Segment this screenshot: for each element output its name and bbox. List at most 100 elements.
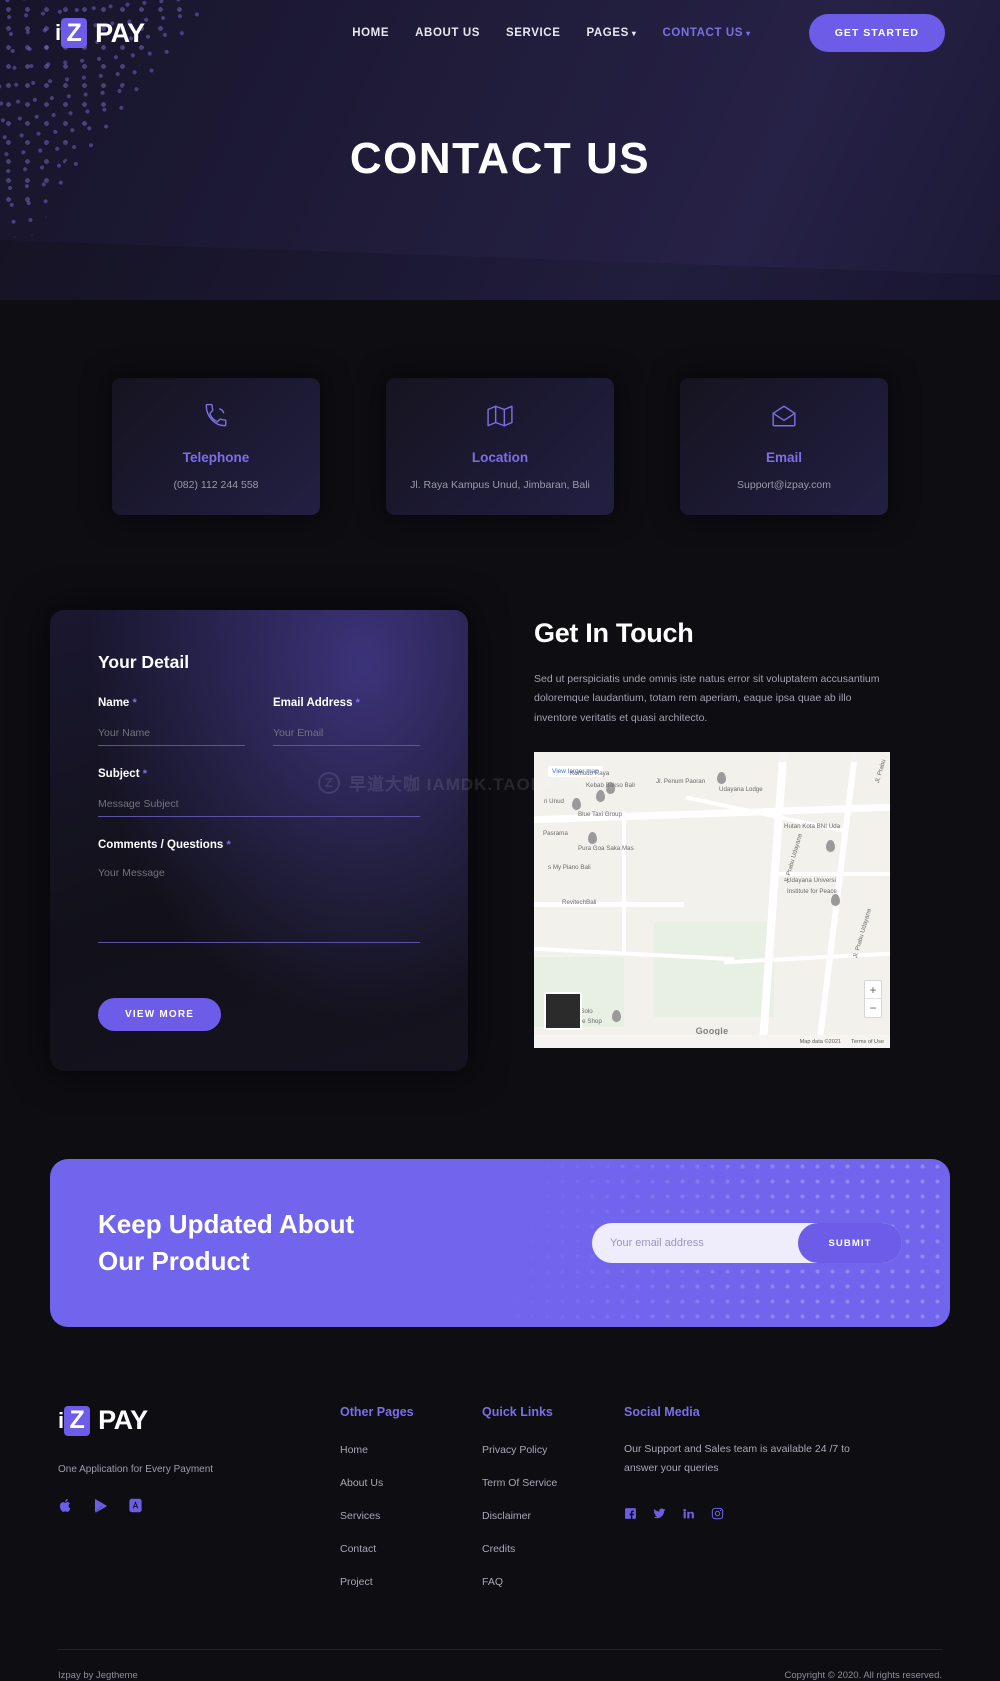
footer-column-heading: Social Media <box>624 1405 700 1419</box>
map-place-label: Kebab Bakso Bali <box>586 782 635 790</box>
chevron-down-icon: ▾ <box>631 29 637 38</box>
map-place-label: Pasrama <box>543 830 568 838</box>
subject-input[interactable] <box>98 796 420 817</box>
apple-icon[interactable] <box>58 1497 73 1519</box>
instagram-icon[interactable] <box>711 1507 724 1525</box>
email-input[interactable] <box>273 725 420 746</box>
list-item: FAQ <box>482 1572 624 1590</box>
map-top-fade <box>534 752 890 763</box>
nav-item-home[interactable]: HOME <box>352 27 389 39</box>
footer-link-services[interactable]: Services <box>340 1510 380 1522</box>
map-pin-icon[interactable] <box>572 798 581 812</box>
location-map[interactable]: View larger map Komodo Raya Kebab Bakso B… <box>534 752 890 1049</box>
map-pin-icon[interactable] <box>831 894 840 908</box>
footer-logo-prefix: i <box>58 1407 64 1433</box>
list-item: Home <box>340 1440 482 1458</box>
name-input[interactable] <box>98 725 245 746</box>
nav-label: PAGES <box>586 27 629 39</box>
contact-card-telephone[interactable]: Telephone (082) 112 244 558 <box>112 378 320 515</box>
footer-logo-badge: Z <box>64 1405 91 1436</box>
footer-column-other-pages: Other Pages Home About Us Services Conta… <box>340 1405 482 1605</box>
contact-card-title: Location <box>471 450 529 465</box>
contact-card-value: (082) 112 244 558 <box>173 479 259 491</box>
map-pin-icon[interactable] <box>612 1010 621 1024</box>
get-started-button[interactable]: GET STARTED <box>808 14 945 52</box>
contact-cards: Telephone (082) 112 244 558 Location Jl.… <box>0 378 1000 515</box>
contact-section: Your Detail Name * Email Address * Subje… <box>0 610 1000 1071</box>
footer-link-list: Privacy Policy Term Of Service Disclaime… <box>482 1440 624 1590</box>
nav-item-pages[interactable]: PAGES ▾ <box>586 27 636 39</box>
map-place-label: Blue Taxi Group <box>578 811 622 819</box>
newsletter-submit-button[interactable]: SUBMIT <box>798 1223 902 1263</box>
logo-prefix: i <box>55 20 61 45</box>
footer-link-home[interactable]: Home <box>340 1444 368 1456</box>
contact-form: Your Detail Name * Email Address * Subje… <box>50 610 468 1071</box>
footer-link-about-us[interactable]: About Us <box>340 1477 383 1489</box>
map-pin-icon[interactable] <box>826 840 835 854</box>
footer-link-contact[interactable]: Contact <box>340 1543 376 1555</box>
map-terms-link[interactable]: Terms of Use <box>851 1039 884 1045</box>
footer-bottom-bar: Izpay by Jegtheme Copyright © 2020. All … <box>58 1649 942 1681</box>
comments-field-group: Comments / Questions * <box>98 839 420 948</box>
map-place-label: Pura Goa Saka Mas <box>578 845 634 853</box>
newsletter-heading-line2: Our Product <box>98 1246 250 1276</box>
navbar: i Z PAY HOME ABOUT US SERVICE PAGES ▾ CON… <box>0 0 1000 66</box>
logo-badge: Z <box>61 18 88 48</box>
footer-link-disclaimer[interactable]: Disclaimer <box>482 1510 531 1522</box>
footer-link-faq[interactable]: FAQ <box>482 1576 503 1588</box>
footer-column-heading: Quick Links <box>482 1405 553 1419</box>
map-road-label: Jl. Prabu Udayana <box>852 908 873 960</box>
contact-card-title: Email <box>765 450 803 465</box>
twitter-icon[interactable] <box>653 1507 666 1525</box>
footer-link-project[interactable]: Project <box>340 1576 373 1588</box>
list-item: About Us <box>340 1473 482 1491</box>
map-place-label: Institute for Peace <box>787 888 837 896</box>
site-logo[interactable]: i Z PAY <box>55 18 145 49</box>
view-more-button[interactable]: VIEW MORE <box>98 998 222 1031</box>
map-zoom-out-button[interactable]: − <box>865 999 881 1017</box>
map-zoom-controls[interactable]: + − <box>864 980 882 1019</box>
footer-tagline: One Application for Every Payment <box>58 1464 214 1475</box>
logo-suffix: PAY <box>95 17 145 48</box>
google-play-icon[interactable] <box>93 1497 108 1519</box>
map-place-label: Udayana Lodge <box>719 786 763 794</box>
nav-label: HOME <box>352 27 390 39</box>
facebook-icon[interactable] <box>624 1507 637 1525</box>
contact-card-email[interactable]: Email Support@izpay.com <box>680 378 888 515</box>
map-pin-icon[interactable] <box>588 832 597 846</box>
name-field-group: Name * <box>98 697 245 746</box>
map-zoom-in-button[interactable]: + <box>865 981 881 1000</box>
comments-label-text: Comments / Questions <box>98 839 224 851</box>
contact-card-location[interactable]: Location Jl. Raya Kampus Unud, Jimbaran,… <box>386 378 614 515</box>
footer-column-quick-links: Quick Links Privacy Policy Term Of Servi… <box>482 1405 624 1605</box>
nav-label: CONTACT US <box>662 27 744 39</box>
map-icon <box>487 403 513 434</box>
map-street-view-thumbnail[interactable] <box>544 992 582 1031</box>
footer-link-privacy-policy[interactable]: Privacy Policy <box>482 1444 547 1456</box>
footer-link-credits[interactable]: Credits <box>482 1543 515 1555</box>
map-pin-icon[interactable] <box>596 790 605 804</box>
nav-item-contact-us[interactable]: CONTACT US ▾ <box>663 27 751 39</box>
list-item: Disclaimer <box>482 1506 624 1524</box>
list-item: Credits <box>482 1539 624 1557</box>
map-place-label: s My Piano Bali <box>548 864 591 872</box>
get-in-touch: Get In Touch Sed ut perspiciatis unde om… <box>534 610 894 1071</box>
chevron-down-icon: ▾ <box>746 29 751 38</box>
social-icon-list <box>624 1507 854 1525</box>
map-pin-icon[interactable] <box>717 772 726 786</box>
nav-item-about-us[interactable]: ABOUT US <box>415 27 480 39</box>
footer-link-term-of-service[interactable]: Term Of Service <box>482 1477 557 1489</box>
map-place-label: Hutan Kota BNI Uda <box>784 823 841 831</box>
footer-logo[interactable]: i Z PAY <box>58 1405 340 1436</box>
comments-label: Comments / Questions * <box>98 839 420 851</box>
map-attribution-bar: Map data ©2021 Terms of Use <box>534 1035 890 1049</box>
app-gallery-icon[interactable] <box>128 1497 143 1519</box>
newsletter-email-input[interactable] <box>610 1237 798 1249</box>
contact-card-title: Telephone <box>182 450 250 465</box>
list-item: Project <box>340 1572 482 1590</box>
map-data-text: Map data ©2021 <box>799 1038 842 1045</box>
nav-item-service[interactable]: SERVICE <box>506 27 560 39</box>
get-in-touch-title: Get In Touch <box>534 618 694 648</box>
comments-textarea[interactable] <box>98 865 420 943</box>
linkedin-icon[interactable] <box>682 1507 695 1525</box>
